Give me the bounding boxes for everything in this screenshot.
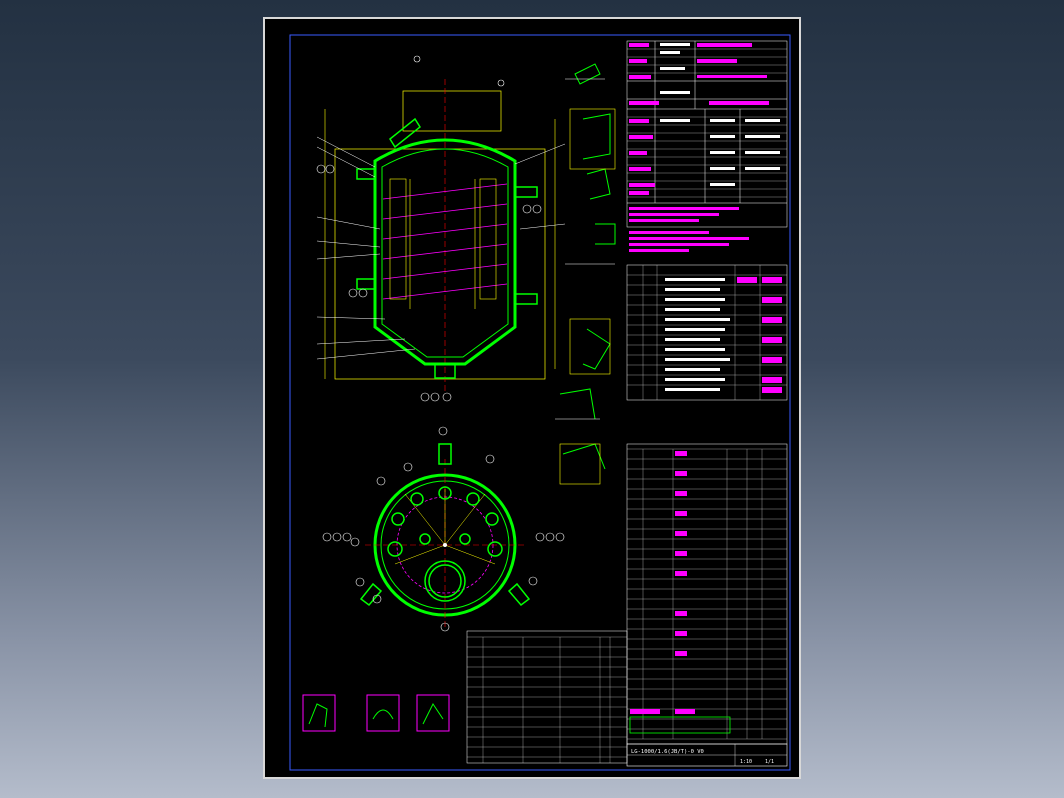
section-detail-boxes <box>302 694 450 732</box>
sheet-label: 1/1 <box>765 759 774 765</box>
drawing-sheet: LG-1000/1.6(JB/T)-0 V0 1:10 1/1 <box>263 17 801 779</box>
drawing-number: LG-1000/1.6(JB/T)-0 V0 <box>631 749 704 755</box>
parts-list-right <box>626 443 788 745</box>
plan-view <box>322 426 565 632</box>
nozzle-table <box>626 264 788 401</box>
design-data-rows <box>627 43 787 252</box>
scale-label: 1:10 <box>740 759 752 765</box>
design-data-table <box>626 40 788 228</box>
detail-views <box>555 63 616 485</box>
inner-frame <box>289 34 791 771</box>
cad-drawing: LG-1000/1.6(JB/T)-0 V0 1:10 1/1 <box>289 34 791 771</box>
elevation-view <box>316 55 566 402</box>
title-block: LG-1000/1.6(JB/T)-0 V0 1:10 1/1 <box>626 743 788 767</box>
parts-list-bottom <box>466 630 628 764</box>
